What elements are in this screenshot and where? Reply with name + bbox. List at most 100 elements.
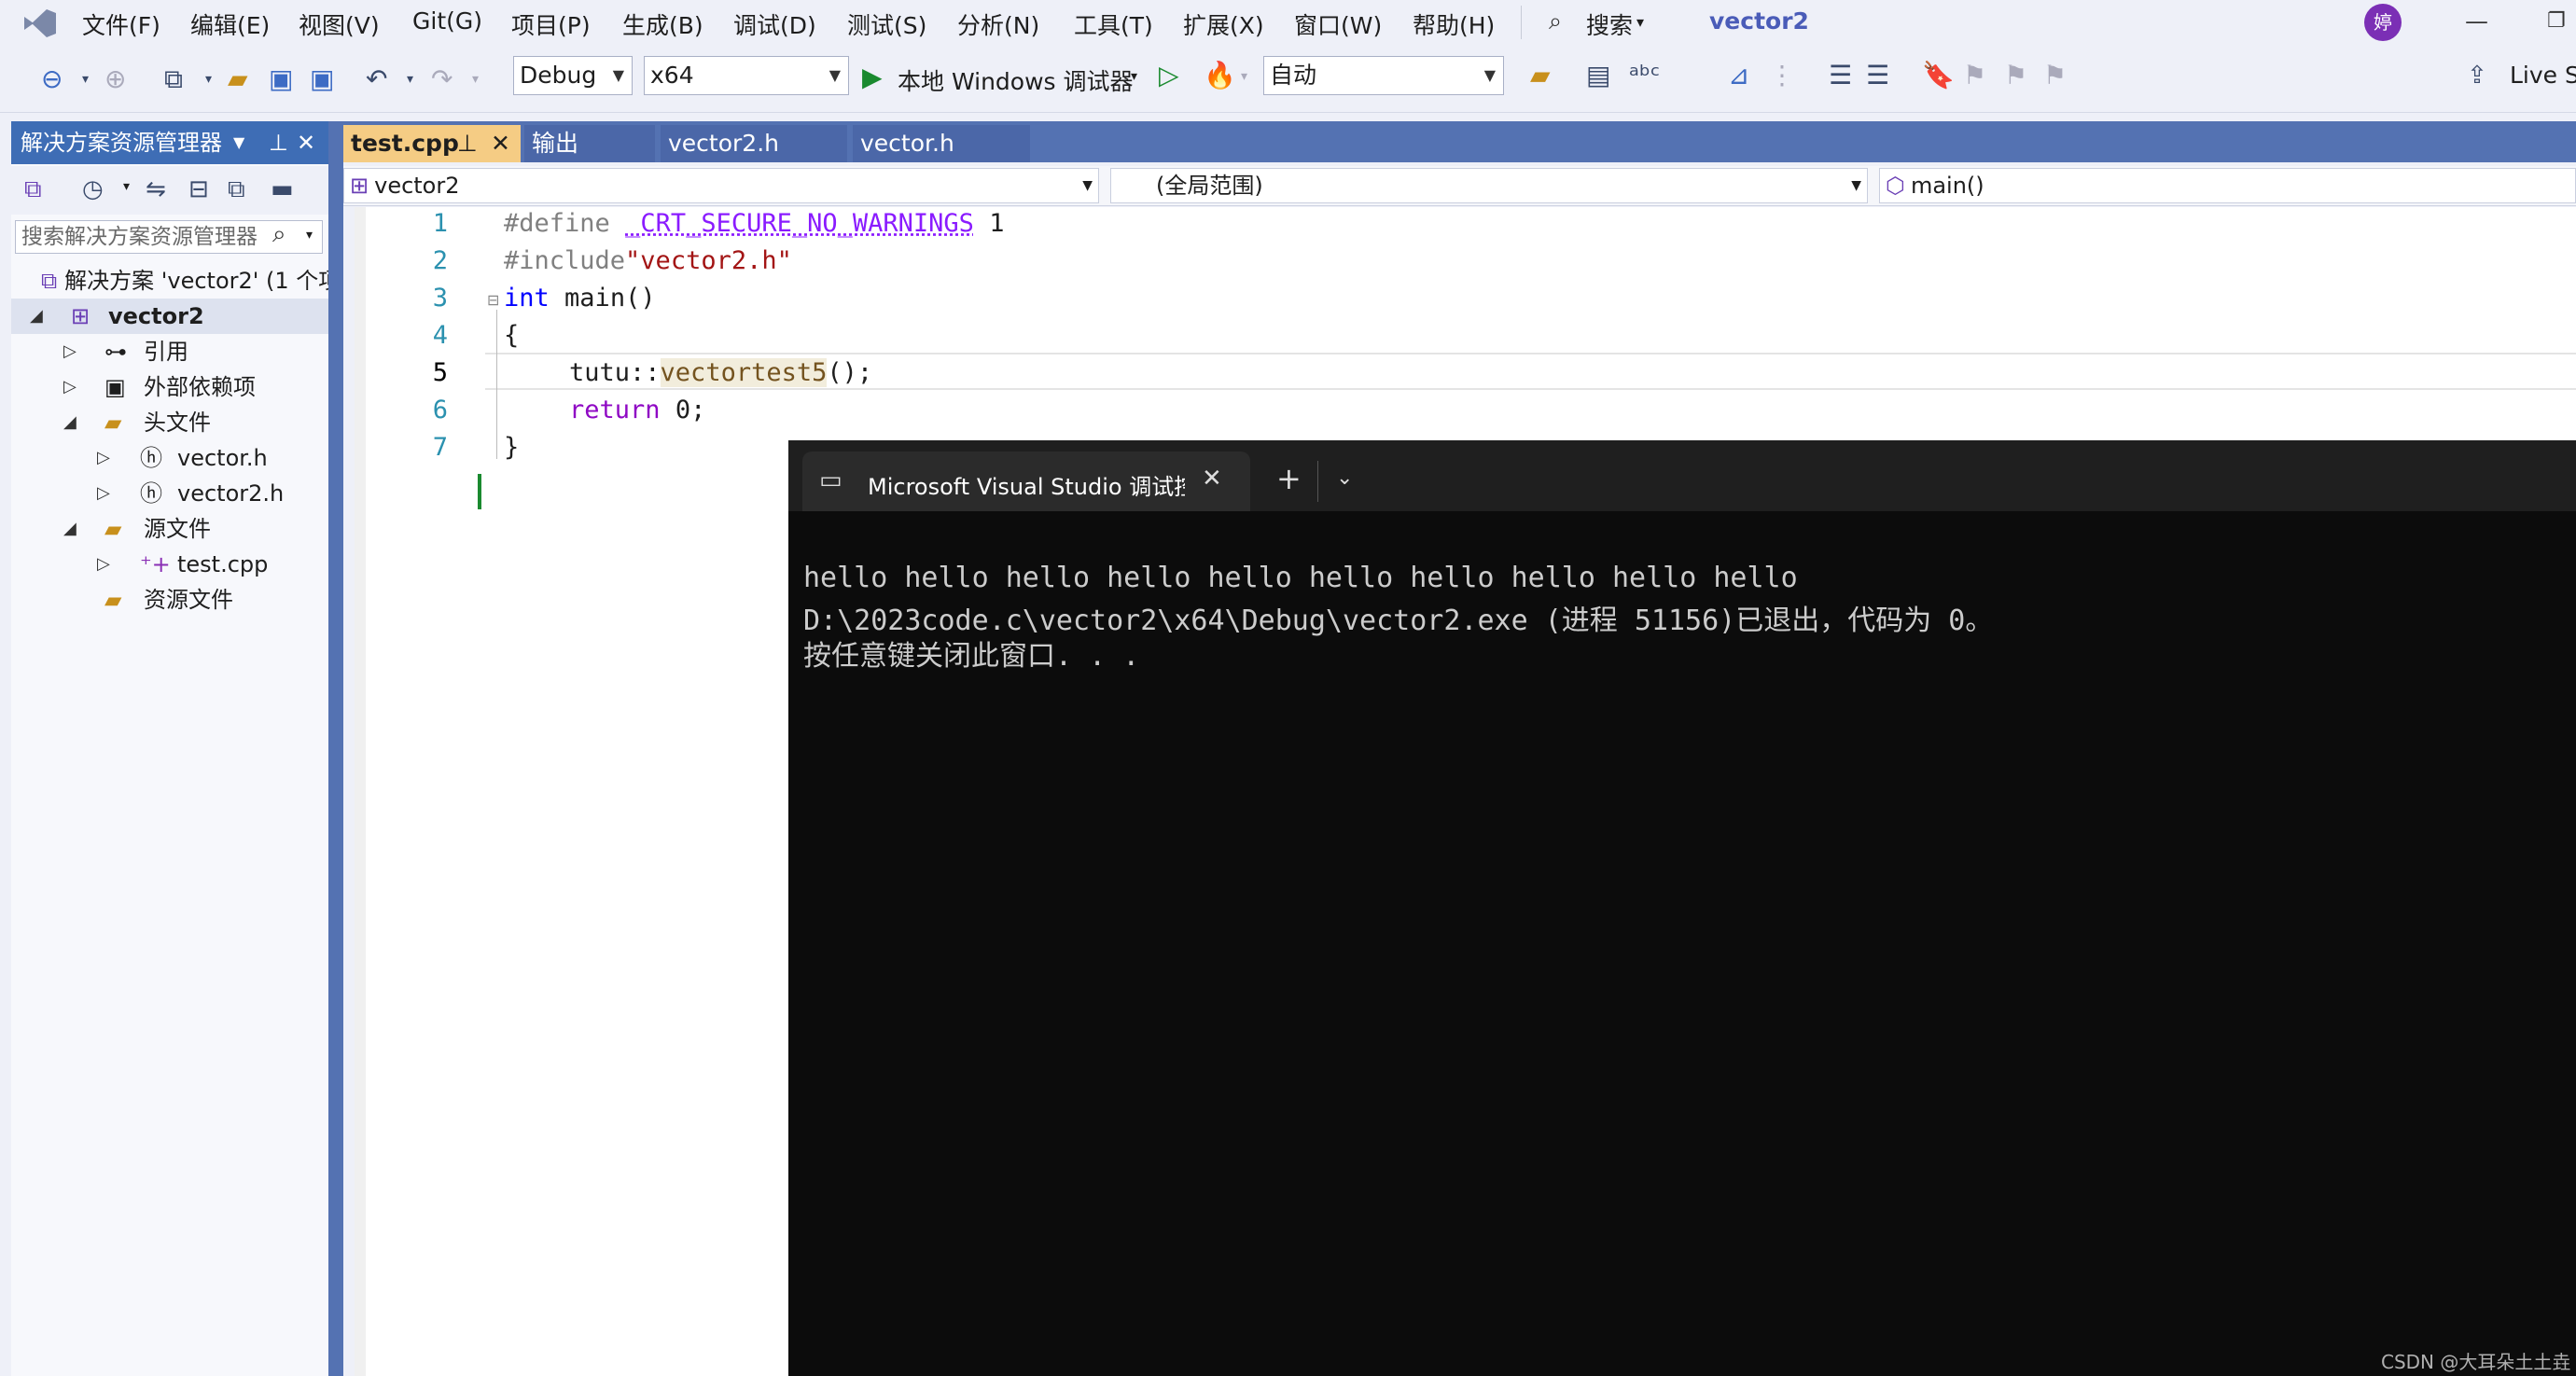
forward-icon[interactable]: ⊕ — [104, 63, 126, 95]
collapsed-icon[interactable]: ▷ — [97, 440, 110, 476]
sync-icon[interactable]: ⇋ — [146, 175, 166, 203]
code-token: (); — [827, 358, 873, 387]
panel-splitter[interactable] — [328, 121, 343, 1376]
code-token: int — [504, 284, 550, 313]
tab-vector2-h[interactable]: vector2.h — [661, 125, 847, 162]
collapsed-icon[interactable]: ▷ — [63, 369, 77, 405]
chevron-down-icon[interactable]: ▾ — [407, 63, 413, 95]
properties-icon[interactable]: ▬ — [271, 175, 294, 203]
menu-help[interactable]: 帮助(H) — [1413, 7, 1495, 41]
hot-reload-icon[interactable]: 🔥 — [1204, 60, 1236, 90]
search-placeholder: 搜索解决方案资源管理器 — [21, 225, 258, 249]
breakpoint-icon[interactable]: ⊿ — [1728, 60, 1749, 90]
indent-icon[interactable]: ☰ — [1829, 60, 1852, 90]
expanded-icon[interactable]: ◢ — [63, 511, 77, 547]
redo-icon[interactable]: ↷ — [431, 63, 453, 95]
bookmark-icon[interactable]: 🔖 — [1922, 60, 1955, 90]
chevron-down-icon[interactable]: ▾ — [1131, 69, 1137, 84]
filter-folder-icon: ▰ — [104, 587, 122, 613]
start-without-debug-icon[interactable]: ▷ — [1159, 60, 1179, 90]
menu-debug[interactable]: 调试(D) — [733, 7, 816, 41]
collapsed-icon[interactable]: ▷ — [97, 547, 110, 582]
save-icon[interactable]: ▣ — [269, 63, 293, 95]
folder-search-icon[interactable]: ▰ — [1530, 60, 1551, 90]
menu-tools[interactable]: 工具(T) — [1074, 7, 1153, 41]
chevron-down-icon[interactable]: ▾ — [1241, 69, 1247, 84]
menu-test[interactable]: 测试(S) — [847, 7, 926, 41]
chevron-down-icon[interactable]: ⌄ — [1336, 466, 1353, 490]
tree-item-solution[interactable]: ⧉ 解决方案 'vector2' (1 个项 — [41, 263, 341, 299]
close-icon[interactable]: ✕ — [297, 121, 315, 164]
start-debug-icon[interactable]: ▶ — [862, 62, 883, 93]
collapse-icon[interactable]: ⊟ — [487, 291, 499, 309]
menu-build[interactable]: 生成(B) — [622, 7, 703, 41]
start-debug-button[interactable]: 本地 Windows 调试器 — [898, 63, 1134, 97]
mode-value: 自动 — [1270, 62, 1317, 89]
menu-window[interactable]: 窗口(W) — [1294, 7, 1382, 41]
history-icon[interactable]: ◷ — [82, 175, 104, 203]
undo-icon[interactable]: ↶ — [366, 63, 387, 95]
collapse-all-icon[interactable]: ⊟ — [188, 175, 209, 203]
search-icon[interactable]: ⌕ — [272, 220, 286, 249]
member-nav-select[interactable]: ⬡ main() — [1879, 168, 2576, 203]
expanded-icon[interactable]: ◢ — [30, 299, 43, 334]
window-layout-icon[interactable]: ▤ — [1586, 60, 1610, 90]
pin-icon[interactable]: ⊥ — [457, 125, 478, 162]
config-select[interactable]: Debug ▼ — [513, 56, 633, 95]
menu-file[interactable]: 文件(F) — [82, 7, 160, 41]
open-folder-icon[interactable]: ▰ — [228, 63, 248, 95]
save-all-icon[interactable]: ▣ — [310, 63, 334, 95]
chevron-down-icon[interactable]: ▾ — [472, 63, 479, 95]
menu-git[interactable]: Git(G) — [412, 7, 482, 35]
tab-output[interactable]: 输出 — [524, 125, 655, 162]
tree-item-project[interactable]: ◢ ⊞ vector2 — [11, 299, 328, 334]
chevron-down-icon[interactable]: ▾ — [82, 63, 89, 95]
outdent-icon[interactable]: ☰ — [1866, 60, 1889, 90]
menu-extensions[interactable]: 扩展(X) — [1183, 7, 1264, 41]
search-icon[interactable]: ⌕ — [1549, 7, 1562, 35]
collapsed-icon[interactable]: ▷ — [97, 476, 110, 511]
close-icon[interactable]: ✕ — [491, 125, 510, 162]
chevron-down-icon[interactable]: ▾ — [306, 228, 313, 243]
new-project-icon[interactable]: ⧉ — [164, 63, 183, 95]
live-share-button[interactable]: Live Sh — [2510, 62, 2576, 89]
console-tab[interactable]: ▭ Microsoft Visual Studio 调试控 ✕ — [802, 452, 1250, 511]
tab-vector-h[interactable]: vector.h — [853, 125, 1030, 162]
menu-edit[interactable]: 编辑(E) — [190, 7, 270, 41]
chevron-down-icon[interactable]: ▼ — [233, 121, 244, 164]
clear-bookmarks-icon[interactable]: ⚑ — [2043, 60, 2067, 90]
back-icon[interactable]: ⊖ — [41, 63, 63, 95]
project-label: vector2 — [108, 303, 204, 329]
scope-nav-select[interactable]: (全局范围) ▼ — [1110, 168, 1868, 203]
collapsed-icon[interactable]: ▷ — [63, 334, 77, 369]
menu-analyze[interactable]: 分析(N) — [957, 7, 1039, 41]
platform-select[interactable]: x64 ▼ — [644, 56, 849, 95]
close-icon[interactable]: ✕ — [1202, 465, 1222, 493]
minimize-icon[interactable]: — — [2465, 7, 2488, 35]
restore-icon[interactable]: ❐ — [2547, 9, 2566, 33]
chevron-down-icon[interactable]: ▾ — [123, 179, 130, 194]
search-button[interactable]: 搜索 — [1586, 7, 1633, 41]
avatar[interactable]: 婷 — [2364, 4, 2402, 41]
share-icon[interactable]: ⇪ — [2467, 62, 2487, 90]
chevron-down-icon[interactable]: ▾ — [205, 63, 212, 95]
spell-check-icon[interactable]: ᵃᵇᶜ — [1629, 60, 1660, 90]
new-tab-icon[interactable]: + — [1276, 461, 1302, 496]
tab-test-cpp[interactable]: test.cpp ⊥ ✕ — [343, 125, 521, 162]
sources-label: 源文件 — [144, 516, 211, 542]
pin-icon[interactable]: ⊥ — [269, 121, 288, 164]
line-number: 6 — [432, 396, 448, 424]
switch-view-icon[interactable]: ⧉ — [24, 175, 42, 204]
chevron-down-icon: ▼ — [612, 66, 624, 84]
show-all-files-icon[interactable]: ⧉ — [228, 175, 245, 204]
next-bookmark-icon[interactable]: ⚑ — [2004, 60, 2027, 90]
menu-project[interactable]: 项目(P) — [511, 7, 591, 41]
chevron-down-icon: ▼ — [1082, 178, 1093, 193]
project-nav-select[interactable]: ⊞ vector2 ▼ — [343, 168, 1099, 203]
mode-select[interactable]: 自动 ▼ — [1263, 56, 1504, 95]
chevron-down-icon[interactable]: ▾ — [1636, 13, 1644, 31]
prev-bookmark-icon[interactable]: ⚑ — [1963, 60, 1986, 90]
expanded-icon[interactable]: ◢ — [63, 405, 77, 440]
format-icon[interactable]: ⋮ — [1769, 60, 1795, 90]
menu-view[interactable]: 视图(V) — [299, 7, 380, 41]
